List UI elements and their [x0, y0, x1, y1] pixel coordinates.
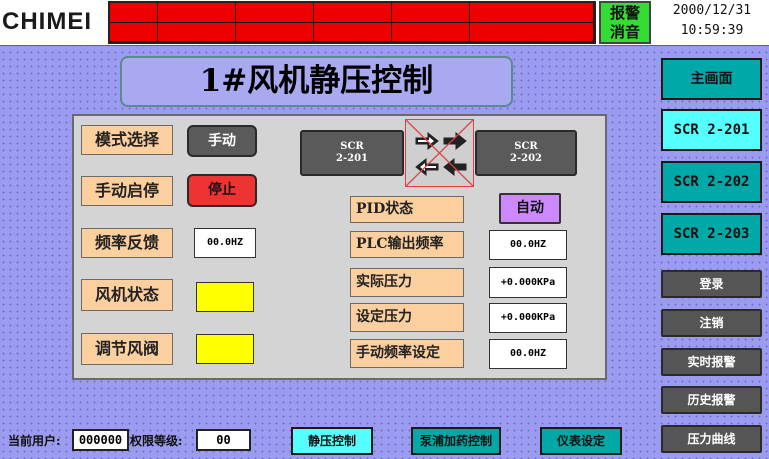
scr-2-201-line1: SCR	[340, 141, 364, 152]
scr-2-201-button[interactable]: SCR 2-201	[300, 130, 404, 176]
fan-status-indicator	[196, 282, 254, 312]
pump-dosing-control-button[interactable]: 泵浦加药控制	[411, 427, 501, 455]
static-pressure-control-button[interactable]: 静压控制	[291, 427, 373, 455]
realtime-alarm-button[interactable]: 实时报警	[661, 348, 762, 376]
manual-start-stop-label: 手动启停	[81, 176, 173, 206]
nav-scr-2-202-button[interactable]: SCR 2-202	[661, 161, 762, 203]
frequency-feedback-label: 频率反馈	[81, 228, 173, 258]
nav-scr-2-203-button[interactable]: SCR 2-203	[661, 213, 762, 255]
actual-pressure-value: +0.000KPa	[489, 267, 567, 298]
scr-2-201-line2: 2-201	[336, 153, 368, 164]
manual-frequency-setting-input[interactable]: 00.0HZ	[489, 339, 567, 369]
pressure-curve-button[interactable]: 压力曲线	[661, 425, 762, 453]
current-user-value: 000000	[72, 429, 129, 451]
login-button[interactable]: 登录	[661, 270, 762, 298]
instrument-settings-button[interactable]: 仪表设定	[540, 427, 622, 455]
fan-status-label: 风机状态	[81, 279, 173, 311]
swap-arrows-icon	[405, 119, 474, 187]
nav-main-screen-button[interactable]: 主画面	[661, 58, 762, 100]
set-pressure-label: 设定压力	[350, 303, 464, 332]
manual-frequency-setting-label: 手动频率设定	[350, 339, 464, 368]
actual-pressure-label: 实际压力	[350, 268, 464, 297]
scr-2-202-button[interactable]: SCR 2-202	[475, 130, 577, 176]
alarm-silence-line2: 消音	[609, 23, 640, 41]
clock-date: 2000/12/31	[672, 3, 752, 18]
company-logo: CHIMEI	[2, 8, 92, 35]
alarm-silence-line1: 报警	[609, 4, 640, 22]
mode-manual-button[interactable]: 手动	[187, 125, 257, 157]
damper-indicator	[196, 334, 254, 364]
pid-auto-button[interactable]: 自动	[499, 193, 561, 224]
scr-2-202-line2: 2-202	[510, 153, 542, 164]
permission-level-label: 权限等级:	[130, 434, 183, 448]
nav-scr-2-201-button[interactable]: SCR 2-201	[661, 109, 762, 151]
plc-output-frequency-value: 00.0HZ	[489, 230, 567, 260]
mode-select-label: 模式选择	[81, 125, 173, 155]
clock: 2000/12/31 10:59:39	[657, 1, 767, 44]
page-title: 1#风机静压控制	[120, 56, 513, 107]
plc-output-frequency-label: PLC输出频率	[350, 231, 464, 258]
clock-time: 10:59:39	[680, 23, 744, 38]
logout-button[interactable]: 注销	[661, 309, 762, 337]
damper-label: 调节风阀	[81, 333, 173, 365]
history-alarm-button[interactable]: 历史报警	[661, 386, 762, 414]
frequency-feedback-value: 00.0HZ	[194, 228, 256, 258]
scr-2-202-line1: SCR	[514, 141, 538, 152]
current-user-label: 当前用户:	[8, 434, 61, 448]
permission-level-value: 00	[196, 429, 251, 451]
alarm-banner[interactable]	[108, 1, 596, 44]
alarm-silence-button[interactable]: 报警 消音	[599, 1, 651, 44]
pid-status-label: PID状态	[350, 196, 464, 223]
stop-button[interactable]: 停止	[187, 174, 257, 207]
set-pressure-input[interactable]: +0.000KPa	[489, 303, 567, 333]
